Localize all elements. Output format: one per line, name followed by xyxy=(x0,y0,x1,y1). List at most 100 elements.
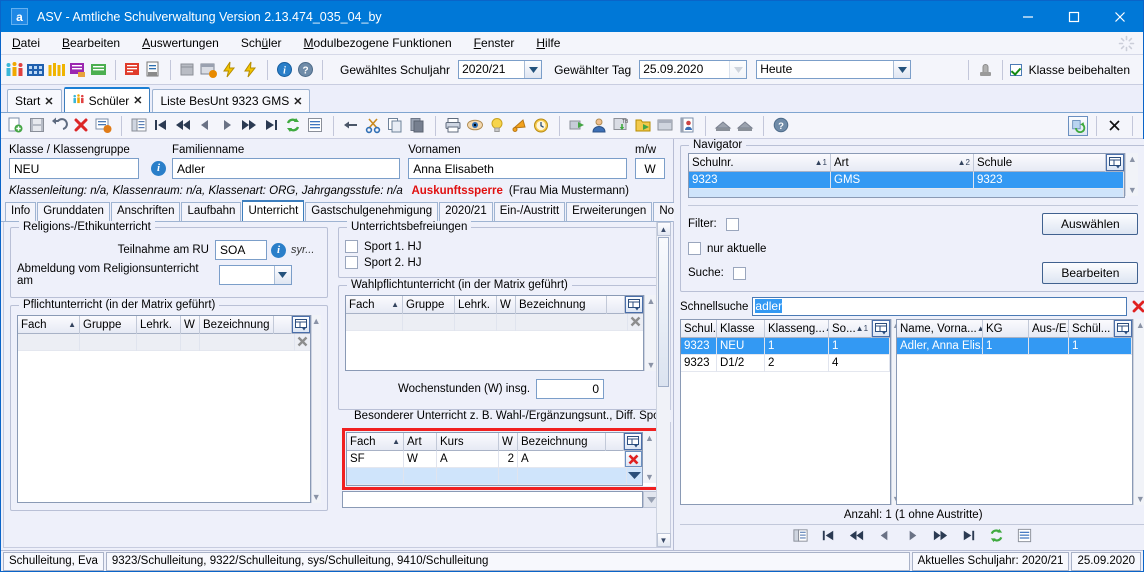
navigator-table[interactable]: Schulnr. ▲1 Art ▲2 Schule 9323 GMS 9323 xyxy=(688,153,1126,198)
period-select[interactable]: Heute xyxy=(756,60,912,79)
table-row[interactable] xyxy=(347,468,642,485)
print-report-icon[interactable] xyxy=(144,60,163,79)
col-fach[interactable]: Fach ▲ xyxy=(347,432,404,451)
tab-laufbahn[interactable]: Laufbahn xyxy=(181,202,242,221)
scroll-down-icon[interactable]: ▼ xyxy=(656,533,671,547)
class-icon[interactable] xyxy=(47,60,66,79)
close-icon[interactable]: ✕ xyxy=(44,95,53,108)
tab-unterricht[interactable]: Unterricht xyxy=(242,200,305,221)
close-doc-icon[interactable] xyxy=(1105,116,1124,135)
stamp1-icon[interactable] xyxy=(714,116,733,135)
school-year-select[interactable]: 2020/21 xyxy=(458,60,543,79)
table-scrollbar[interactable]: ▲ ▼ xyxy=(1125,153,1139,196)
weekhours-input[interactable] xyxy=(536,379,605,399)
menu-datei[interactable]: Datei xyxy=(1,32,51,55)
record-list-icon[interactable] xyxy=(130,116,149,135)
help-circle-icon[interactable]: ? xyxy=(772,116,791,135)
filter-checkbox[interactable] xyxy=(725,217,739,231)
chevron-down-icon[interactable] xyxy=(524,61,542,78)
stamp-icon[interactable] xyxy=(976,60,995,79)
class-result-table[interactable]: Schul... Klasse Klasseng... ▲2 So... ▲1 xyxy=(680,319,892,505)
clock-icon[interactable] xyxy=(532,116,551,135)
only-current-checkbox[interactable] xyxy=(688,242,701,255)
prev-icon[interactable] xyxy=(196,116,215,135)
besonderer-table[interactable]: Fach ▲ Art Kurs W Bezeichnung SF W A 2 A xyxy=(346,432,643,486)
scroll-up-icon[interactable]: ▲ xyxy=(1128,154,1137,164)
tab-schueler[interactable]: Schüler ✕ xyxy=(63,87,151,112)
col-art[interactable]: Art ▲2 xyxy=(831,153,974,172)
scroll-up-icon[interactable]: ▲ xyxy=(312,316,321,326)
col-schul[interactable]: Schul... xyxy=(681,319,717,338)
tab-ein-austritt[interactable]: Ein-/Austritt xyxy=(493,202,566,221)
info-icon[interactable]: i xyxy=(151,161,166,176)
record-list-icon[interactable] xyxy=(792,527,811,546)
delete-row-icon[interactable] xyxy=(295,334,310,349)
list-icon[interactable] xyxy=(306,116,325,135)
col-fach[interactable]: Fach ▲ xyxy=(346,295,403,314)
close-icon[interactable]: ✕ xyxy=(133,94,142,107)
tab-info[interactable]: Info xyxy=(5,202,37,221)
lightning2-icon[interactable] xyxy=(241,60,260,79)
form-vertical-scrollbar[interactable]: ▲ ▼ xyxy=(656,222,671,547)
scroll-up-icon[interactable]: ▲ xyxy=(1136,320,1144,330)
col-kurs[interactable]: Kurs xyxy=(437,432,499,451)
col-fach[interactable]: Fach ▲ xyxy=(18,315,80,334)
copy-icon[interactable] xyxy=(386,116,405,135)
contacts-icon[interactable] xyxy=(678,116,697,135)
lastname-input[interactable] xyxy=(172,158,401,179)
col-lehrk[interactable]: Lehrk. xyxy=(137,315,181,334)
list-icon[interactable] xyxy=(1016,527,1035,546)
menu-auswertungen[interactable]: Auswertungen xyxy=(131,32,230,55)
wahlpflicht-table[interactable]: Fach ▲ Gruppe Lehrk. W Bezeichnung xyxy=(345,295,644,371)
gender-input[interactable] xyxy=(635,158,665,179)
next-icon[interactable] xyxy=(904,527,923,546)
scroll-down-icon[interactable] xyxy=(627,468,642,483)
table-scrollbar[interactable]: ▲ ▼ xyxy=(310,315,321,503)
scroll-down-icon[interactable]: ▼ xyxy=(312,492,321,502)
preview-icon[interactable] xyxy=(466,116,485,135)
next-page-icon[interactable] xyxy=(932,527,951,546)
scroll-up-icon[interactable]: ▲ xyxy=(656,222,671,236)
lightning-icon[interactable] xyxy=(220,60,239,79)
table-config-icon[interactable] xyxy=(624,433,642,450)
delete-icon[interactable] xyxy=(72,116,91,135)
school-building-icon[interactable] xyxy=(26,60,45,79)
col-klasse[interactable]: Klasse xyxy=(717,319,765,338)
class-input[interactable] xyxy=(9,158,139,179)
book-red-icon[interactable] xyxy=(123,60,142,79)
hint-icon[interactable] xyxy=(488,116,507,135)
scroll-down-icon[interactable]: ▼ xyxy=(645,472,654,482)
refresh-icon[interactable] xyxy=(284,116,303,135)
info-icon[interactable]: i xyxy=(275,60,294,79)
delete-row-icon[interactable] xyxy=(625,451,642,467)
col-bezeichnung[interactable]: Bezeichnung xyxy=(518,432,606,451)
report-green-icon[interactable] xyxy=(89,60,108,79)
tab-grunddaten[interactable]: Grunddaten xyxy=(37,202,110,221)
table-row[interactable] xyxy=(18,334,310,351)
tab-anschriften[interactable]: Anschriften xyxy=(110,202,181,221)
window-alert-icon[interactable] xyxy=(199,60,218,79)
scrollbar-thumb[interactable] xyxy=(658,237,669,387)
firstname-input[interactable] xyxy=(408,158,627,179)
folder-export-icon[interactable] xyxy=(634,116,653,135)
new-icon[interactable] xyxy=(6,116,25,135)
tb-import-icon[interactable]: TB xyxy=(612,116,631,135)
search-checkbox[interactable] xyxy=(732,266,746,280)
col-w[interactable]: W xyxy=(499,432,518,451)
chevron-down-icon[interactable] xyxy=(729,61,747,78)
pflichtunterricht-table[interactable]: Fach ▲ Gruppe Lehrk. W Bezeichnung xyxy=(17,315,311,503)
table-row[interactable]: 9323 D1/2 2 4 xyxy=(681,355,891,372)
person-icon[interactable] xyxy=(590,116,609,135)
tab-start[interactable]: Start ✕ xyxy=(7,89,62,112)
tab-gastschulgenehmigung[interactable]: Gastschulgenehmigung xyxy=(305,202,439,221)
col-gruppe[interactable]: Gruppe xyxy=(80,315,137,334)
window-icon[interactable] xyxy=(656,116,675,135)
select-button[interactable]: Auswählen xyxy=(1042,213,1139,235)
first-icon[interactable] xyxy=(820,527,839,546)
menu-schueler[interactable]: Schüler xyxy=(230,32,293,55)
next-page-icon[interactable] xyxy=(240,116,259,135)
table-config-icon[interactable] xyxy=(872,320,891,337)
clear-red-x-icon[interactable] xyxy=(1131,299,1144,314)
export-icon[interactable] xyxy=(568,116,587,135)
quicksearch-input[interactable]: adler xyxy=(752,297,1128,316)
